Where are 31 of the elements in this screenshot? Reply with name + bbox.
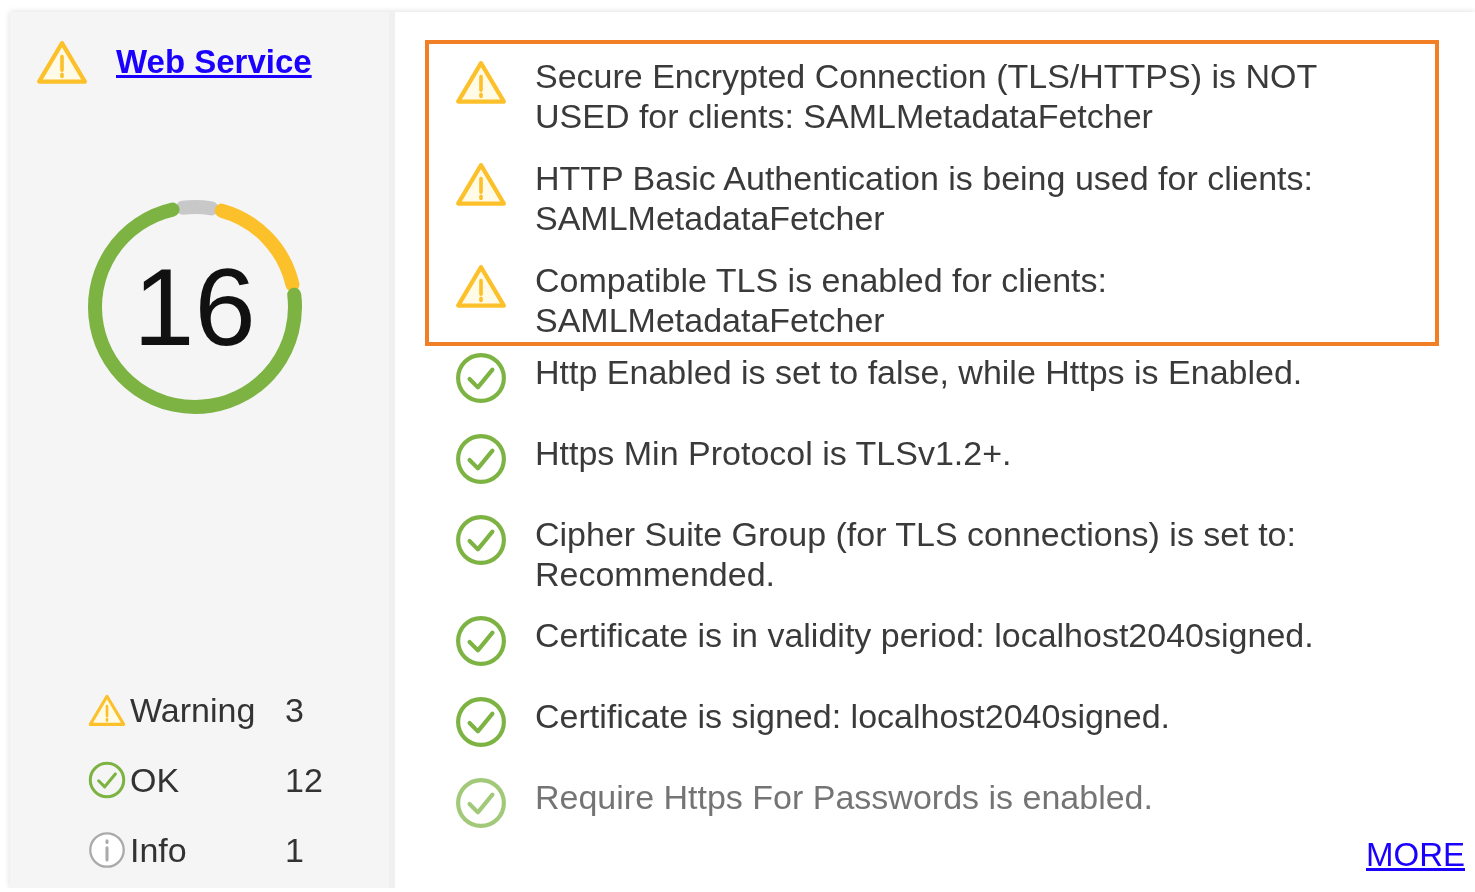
legend-label: OK: [130, 760, 181, 800]
legend-label: Warning: [130, 690, 257, 730]
info-icon: [88, 831, 126, 869]
check-circle-icon: [455, 777, 507, 829]
more-link[interactable]: MORE: [1366, 836, 1465, 874]
warning-icon: [36, 40, 88, 85]
check-message: Http Enabled is set to false, while Https is Enabled.: [535, 352, 1303, 393]
legend-count: 1: [285, 830, 304, 870]
check-circle-icon: [455, 696, 507, 748]
legend-count: 3: [285, 690, 304, 730]
check-circle-icon: [455, 352, 507, 404]
score-number: 16: [133, 251, 256, 362]
check-message: Https Min Protocol is TLSv1.2+.: [535, 433, 1012, 474]
check-circle-icon: [455, 514, 507, 566]
check-message: Cipher Suite Group (for TLS connections) is set to: Recommended.: [535, 514, 1297, 594]
check-message: Certificate is signed: localhost2040signed.: [535, 696, 1171, 737]
check-circle-icon: [88, 761, 126, 799]
check-circle-icon: [455, 433, 507, 485]
legend-label: Info: [130, 830, 188, 870]
check-message: Require Https For Passwords is enabled.: [535, 777, 1153, 818]
warning-icon: [455, 162, 507, 207]
check-message: Compatible TLS is enabled for clients: SAMLMetadataFetcher: [535, 260, 1108, 340]
warning-icon: [455, 60, 507, 105]
warning-icon: [455, 264, 507, 309]
warning-icon: [88, 693, 126, 727]
check-message: Certificate is in validity period: localhost2040signed.: [535, 615, 1314, 656]
service-link[interactable]: Web Service: [116, 43, 312, 82]
check-message: HTTP Basic Authentication is being used for clients: SAMLMetadataFetcher: [535, 158, 1314, 238]
check-circle-icon: [455, 615, 507, 667]
check-message: Secure Encrypted Connection (TLS/HTTPS) is NOT USED for clients: SAMLMetadataFetcher: [535, 56, 1318, 136]
legend-count: 12: [285, 760, 323, 800]
